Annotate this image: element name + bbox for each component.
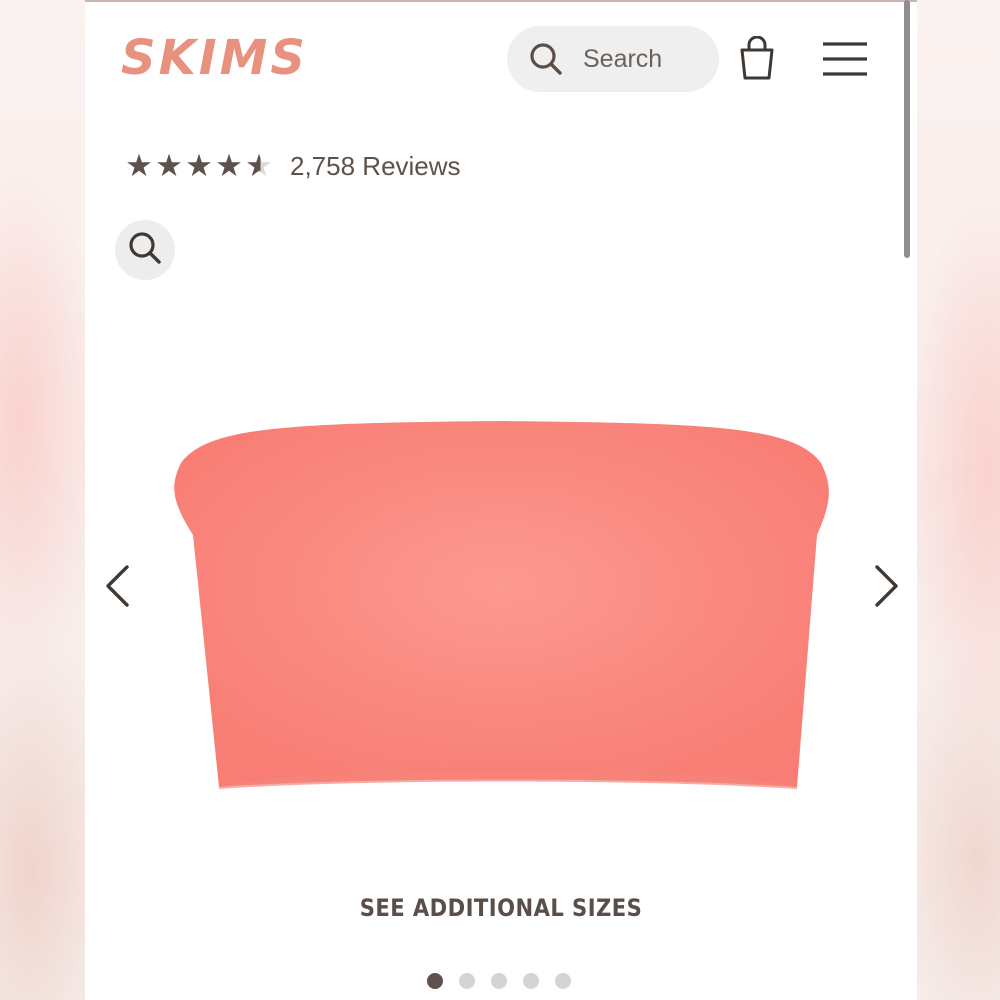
search-icon	[529, 42, 563, 76]
pagination-dot[interactable]	[459, 973, 475, 989]
search-placeholder: Search	[583, 44, 663, 73]
shopping-bag-icon[interactable]	[738, 35, 776, 87]
star-empty-icon: ★	[245, 148, 273, 183]
see-additional-sizes-link[interactable]: SEE ADDITIONAL SIZES	[135, 894, 867, 922]
image-pagination	[427, 973, 587, 989]
zoom-button[interactable]	[115, 220, 175, 280]
hamburger-menu-icon[interactable]	[822, 40, 868, 83]
search-icon	[128, 231, 162, 270]
star-icon: ★	[185, 148, 213, 183]
pagination-dot[interactable]	[427, 973, 443, 989]
star-rating: ★ ★ ★ ★ ★	[124, 148, 274, 184]
background-blur-left	[0, 0, 85, 1000]
scrollbar[interactable]	[904, 0, 910, 258]
review-count[interactable]: 2,758 Reviews	[290, 151, 461, 182]
pagination-dot[interactable]	[523, 973, 539, 989]
product-image-bandeau	[167, 415, 835, 800]
star-icon: ★	[215, 148, 243, 183]
pagination-dot[interactable]	[491, 973, 507, 989]
search-input[interactable]: Search	[507, 26, 719, 92]
rating-summary[interactable]: ★ ★ ★ ★ ★ 2,758 Reviews	[124, 148, 461, 184]
top-divider	[85, 0, 917, 2]
background-blur-right	[917, 0, 1000, 1000]
brand-logo[interactable]: SKIMS	[121, 30, 308, 86]
product-page: SKIMS Search ★ ★ ★ ★ ★ 2,758 Reviews SEE…	[85, 0, 917, 1000]
pagination-dot[interactable]	[555, 973, 571, 989]
chevron-right-icon[interactable]	[871, 564, 901, 613]
star-icon: ★	[155, 148, 183, 183]
star-icon: ★	[125, 148, 153, 183]
chevron-left-icon[interactable]	[103, 564, 133, 613]
